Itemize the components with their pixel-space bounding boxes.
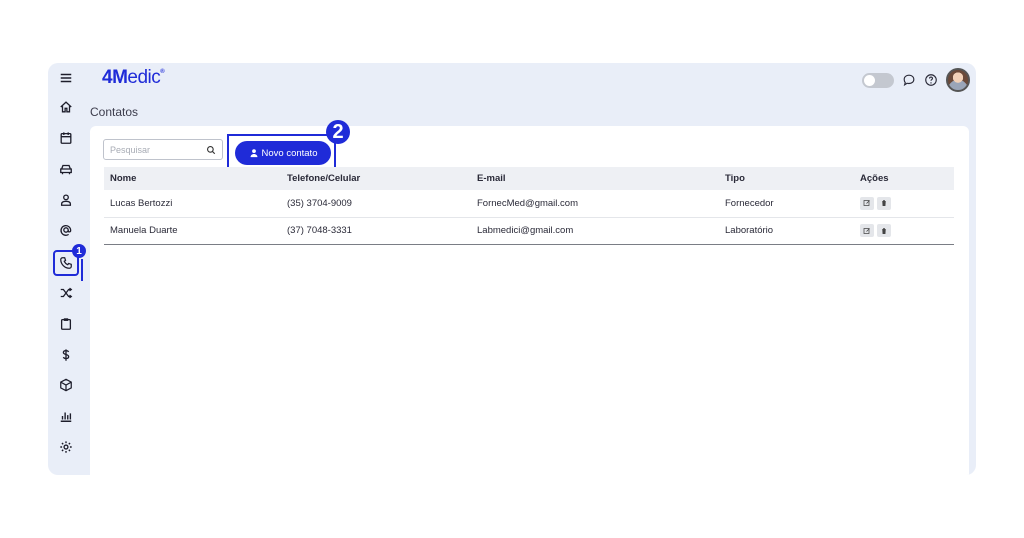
cell-telefone: (35) 3704-9009 <box>281 190 471 218</box>
logo-rest-text: edic <box>127 67 161 88</box>
new-contact-label: Novo contato <box>261 147 318 159</box>
cell-nome: Lucas Bertozzi <box>104 190 281 218</box>
menu-icon[interactable] <box>54 67 78 89</box>
home-icon[interactable] <box>54 96 78 118</box>
calendar-icon[interactable] <box>54 127 78 149</box>
active-indicator <box>81 259 83 281</box>
shuffle-icon[interactable] <box>54 282 78 304</box>
search-icon[interactable] <box>206 145 216 155</box>
theme-toggle[interactable] <box>862 72 894 88</box>
edit-icon[interactable] <box>860 224 874 237</box>
at-icon[interactable] <box>54 219 78 241</box>
clipboard-icon[interactable] <box>54 313 78 335</box>
table-header-row: Nome Telefone/Celular E-mail Tipo Ações <box>104 167 954 190</box>
search-placeholder: Pesquisar <box>110 144 151 155</box>
chat-icon[interactable] <box>902 73 916 87</box>
cell-email: Labmedici@gmail.com <box>471 217 719 245</box>
cell-email: FornecMed@gmail.com <box>471 190 719 218</box>
cell-acoes <box>854 217 954 245</box>
table-row: Lucas Bertozzi (35) 3704-9009 FornecMed@… <box>104 190 954 218</box>
cell-nome: Manuela Duarte <box>104 217 281 245</box>
logo-bold-text: 4M <box>102 67 128 88</box>
step-badge-2: 2 <box>326 120 350 144</box>
delete-icon[interactable] <box>877 196 891 210</box>
step-badge-1: 1 <box>72 244 86 258</box>
app-frame: 1 4Medic® Contatos Pesquisar Novo contat… <box>48 63 976 475</box>
contacts-card: Pesquisar Novo contato 2 Nome Telefone/C… <box>90 120 969 475</box>
cell-telefone: (37) 7048-3331 <box>281 217 471 245</box>
user-icon[interactable] <box>54 189 78 211</box>
car-icon[interactable] <box>54 158 78 180</box>
user-add-icon <box>250 149 257 158</box>
column-header-tipo[interactable]: Tipo <box>719 167 854 190</box>
dollar-icon[interactable] <box>54 344 78 366</box>
contacts-table: Nome Telefone/Celular E-mail Tipo Ações … <box>104 167 954 245</box>
search-input[interactable]: Pesquisar <box>103 139 223 160</box>
column-header-email[interactable]: E-mail <box>471 167 719 190</box>
box-icon[interactable] <box>54 374 78 396</box>
column-header-telefone[interactable]: Telefone/Celular <box>281 167 471 190</box>
cell-tipo: Laboratório <box>719 217 854 245</box>
brand-logo[interactable]: 4Medic® <box>102 67 165 89</box>
page-title: Contatos <box>90 105 139 119</box>
help-icon[interactable] <box>924 73 938 87</box>
column-header-acoes: Ações <box>860 173 889 184</box>
settings-icon[interactable] <box>54 436 78 458</box>
delete-icon[interactable] <box>877 224 891 237</box>
column-header-nome[interactable]: Nome <box>104 167 281 190</box>
table-row: Manuela Duarte (37) 7048-3331 Labmedici@… <box>104 217 954 245</box>
chart-icon[interactable] <box>54 405 78 427</box>
edit-icon[interactable] <box>860 196 874 210</box>
logo-mark: ® <box>160 69 165 75</box>
new-contact-button[interactable]: Novo contato <box>235 141 331 165</box>
cell-acoes <box>854 190 954 218</box>
cell-tipo: Fornecedor <box>719 190 854 218</box>
header-actions <box>862 68 970 92</box>
user-avatar[interactable] <box>946 68 970 92</box>
sidebar: 1 <box>48 63 88 475</box>
